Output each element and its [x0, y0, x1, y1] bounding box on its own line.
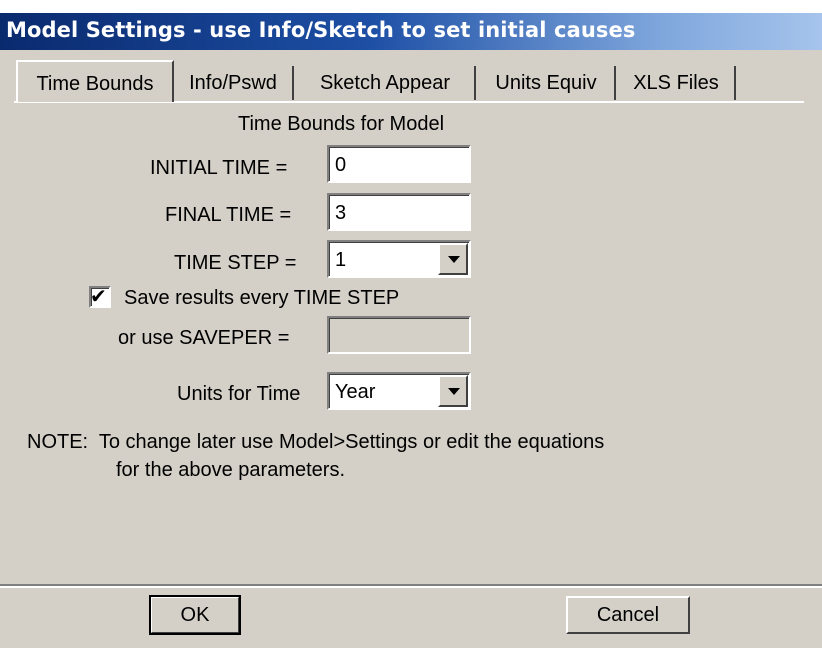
- ok-button[interactable]: OK: [149, 595, 241, 635]
- tab-xls-files[interactable]: XLS Files: [618, 66, 736, 100]
- saveper-input: [327, 316, 471, 354]
- time-step-dropdown[interactable]: 1: [327, 240, 471, 278]
- units-for-time-label: Units for Time: [177, 383, 301, 405]
- save-results-label: Save results every TIME STEP: [124, 287, 400, 309]
- background-window-strip: [0, 0, 822, 14]
- time-step-dropdown-button[interactable]: [438, 243, 468, 275]
- final-time-input[interactable]: 3: [327, 193, 471, 231]
- tab-info-pswd[interactable]: Info/Pswd: [174, 66, 294, 100]
- chevron-down-icon: [448, 256, 460, 263]
- time-step-value: 1: [335, 249, 347, 271]
- saveper-label: or use SAVEPER =: [118, 327, 290, 349]
- chevron-down-icon: [448, 388, 460, 395]
- button-bar-divider-highlight: [0, 586, 822, 588]
- initial-time-value: 0: [335, 154, 347, 176]
- tab-strip: Time Bounds Info/Pswd Sketch Appear Unit…: [16, 60, 806, 102]
- form-heading: Time Bounds for Model: [238, 113, 445, 135]
- tab-sketch-appear[interactable]: Sketch Appear: [296, 66, 476, 100]
- units-for-time-value: Year: [335, 381, 376, 403]
- save-results-checkbox[interactable]: ✔: [89, 284, 111, 308]
- cancel-button[interactable]: Cancel: [566, 596, 690, 634]
- check-icon: ✔: [90, 284, 107, 308]
- final-time-value: 3: [335, 202, 347, 224]
- time-step-label: TIME STEP =: [174, 252, 297, 274]
- tab-time-bounds[interactable]: Time Bounds: [16, 60, 174, 102]
- note-line-1: NOTE: To change later use Model>Settings…: [27, 431, 605, 453]
- final-time-label: FINAL TIME =: [165, 204, 292, 226]
- window-title: Model Settings - use Info/Sketch to set …: [6, 18, 636, 42]
- initial-time-label: INITIAL TIME =: [150, 157, 288, 179]
- tab-units-equiv[interactable]: Units Equiv: [478, 66, 616, 100]
- units-for-time-dropdown[interactable]: Year: [327, 372, 471, 410]
- title-bar[interactable]: Model Settings - use Info/Sketch to set …: [0, 13, 822, 50]
- initial-time-input[interactable]: 0: [327, 145, 471, 183]
- units-for-time-dropdown-button[interactable]: [438, 375, 468, 407]
- note-line-2: for the above parameters.: [116, 459, 346, 481]
